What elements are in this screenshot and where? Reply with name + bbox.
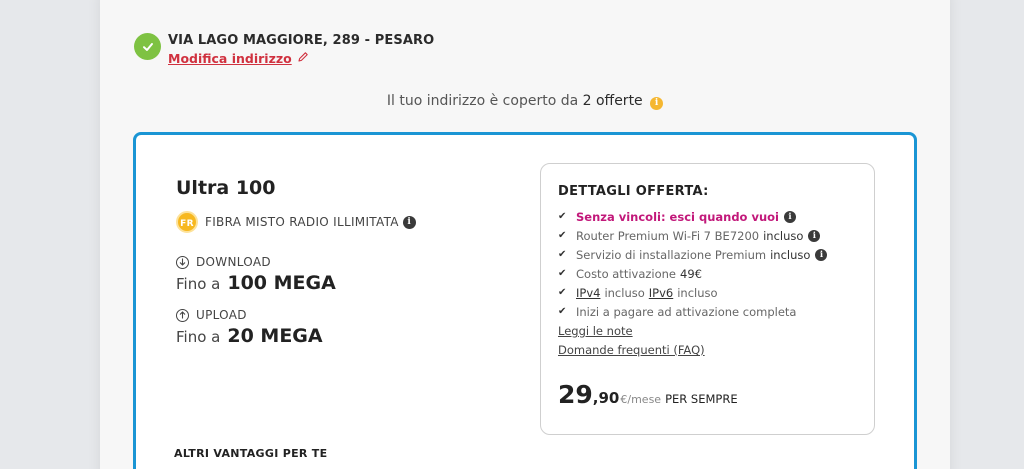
price-decimal: ,90 bbox=[592, 389, 620, 407]
fr-badge-icon: FR bbox=[176, 211, 198, 233]
info-icon[interactable]: i bbox=[650, 97, 664, 110]
upload-label-text: UPLOAD bbox=[196, 308, 247, 322]
list-item: ✔ Costo attivazione 49€ bbox=[558, 264, 827, 283]
arrow-up-circle-icon bbox=[176, 308, 189, 322]
detail-text: incluso bbox=[677, 285, 718, 300]
upload-label: UPLOAD bbox=[176, 308, 247, 322]
edit-address-label: Modifica indirizzo bbox=[168, 51, 292, 66]
download-label: DOWNLOAD bbox=[176, 255, 271, 269]
upload-prefix: Fino a bbox=[176, 328, 221, 346]
check-icon bbox=[134, 33, 161, 60]
download-speed: Fino a 100 MEGA bbox=[176, 272, 336, 294]
detail-text: Servizio di installazione Premium bbox=[576, 247, 767, 262]
checkmark-icon: ✔ bbox=[558, 211, 567, 222]
pencil-icon bbox=[297, 51, 309, 66]
info-icon[interactable]: i bbox=[402, 215, 416, 229]
download-prefix: Fino a bbox=[176, 275, 221, 293]
info-icon[interactable]: i bbox=[815, 248, 828, 261]
coverage-message: Il tuo indirizzo è coperto da 2 offerte … bbox=[100, 93, 950, 110]
list-item: ✔ Senza vincoli: esci quando vuoi i bbox=[558, 207, 827, 226]
upload-value: 20 MEGA bbox=[227, 325, 323, 347]
detail-suffix: 49€ bbox=[680, 266, 702, 281]
coverage-count: 2 offerte bbox=[582, 93, 643, 109]
arrow-down-circle-icon bbox=[176, 255, 189, 269]
detail-suffix: incluso bbox=[763, 228, 804, 243]
address-panel: VIA LAGO MAGGIORE, 289 - PESARO Modifica… bbox=[100, 0, 950, 469]
list-item: ✔ Router Premium Wi-Fi 7 BE7200 incluso … bbox=[558, 226, 827, 245]
edit-address-link[interactable]: Modifica indirizzo bbox=[168, 51, 309, 66]
offer-card[interactable]: Ultra 100 FR FIBRA MISTO RADIO ILLIMITAT… bbox=[133, 132, 917, 469]
checkmark-icon: ✔ bbox=[558, 249, 567, 260]
detail-text: incluso bbox=[604, 285, 645, 300]
price: 29 ,90 €/mese PER SEMPRE bbox=[558, 380, 738, 409]
notes-link[interactable]: Leggi le note bbox=[558, 324, 633, 338]
offer-details-box: DETTAGLI OFFERTA: ✔ Senza vincoli: esci … bbox=[540, 163, 875, 435]
checkmark-icon: ✔ bbox=[558, 268, 567, 279]
detail-text: Senza vincoli: esci quando vuoi bbox=[576, 209, 779, 224]
download-label-text: DOWNLOAD bbox=[196, 255, 271, 269]
address-text: VIA LAGO MAGGIORE, 289 - PESARO bbox=[168, 33, 435, 48]
technology-row: FR FIBRA MISTO RADIO ILLIMITATA i bbox=[176, 211, 416, 233]
coverage-prefix: Il tuo indirizzo è coperto da bbox=[386, 93, 579, 109]
info-icon[interactable]: i bbox=[784, 210, 796, 223]
ipv4-link[interactable]: IPv4 bbox=[576, 286, 600, 300]
details-list: ✔ Senza vincoli: esci quando vuoi i ✔ Ro… bbox=[558, 207, 828, 321]
price-forever: PER SEMPRE bbox=[665, 392, 738, 406]
detail-text: Inizi a pagare ad attivazione completa bbox=[576, 304, 797, 319]
other-benefits-heading: ALTRI VANTAGGI PER TE bbox=[174, 447, 328, 460]
offer-name: Ultra 100 bbox=[176, 177, 276, 199]
list-item: ✔ IPv4 incluso IPv6 incluso bbox=[558, 283, 827, 302]
checkmark-icon: ✔ bbox=[558, 230, 567, 241]
list-item: ✔ Servizio di installazione Premium incl… bbox=[558, 245, 828, 264]
ipv6-link[interactable]: IPv6 bbox=[649, 286, 673, 300]
info-icon[interactable]: i bbox=[808, 229, 821, 242]
upload-speed: Fino a 20 MEGA bbox=[176, 325, 323, 347]
faq-link[interactable]: Domande frequenti (FAQ) bbox=[558, 343, 705, 357]
detail-suffix: incluso bbox=[770, 247, 811, 262]
list-item: ✔ Inizi a pagare ad attivazione completa bbox=[558, 302, 827, 321]
detail-text: Router Premium Wi-Fi 7 BE7200 bbox=[576, 228, 760, 243]
checkmark-icon: ✔ bbox=[558, 287, 567, 298]
price-integer: 29 bbox=[558, 380, 593, 409]
checkmark-icon: ✔ bbox=[558, 306, 567, 317]
technology-label: FIBRA MISTO RADIO ILLIMITATA bbox=[205, 215, 399, 229]
price-unit: €/mese bbox=[620, 393, 662, 406]
details-title: DETTAGLI OFFERTA: bbox=[558, 184, 709, 199]
detail-text: Costo attivazione bbox=[576, 266, 677, 281]
download-value: 100 MEGA bbox=[227, 272, 336, 294]
